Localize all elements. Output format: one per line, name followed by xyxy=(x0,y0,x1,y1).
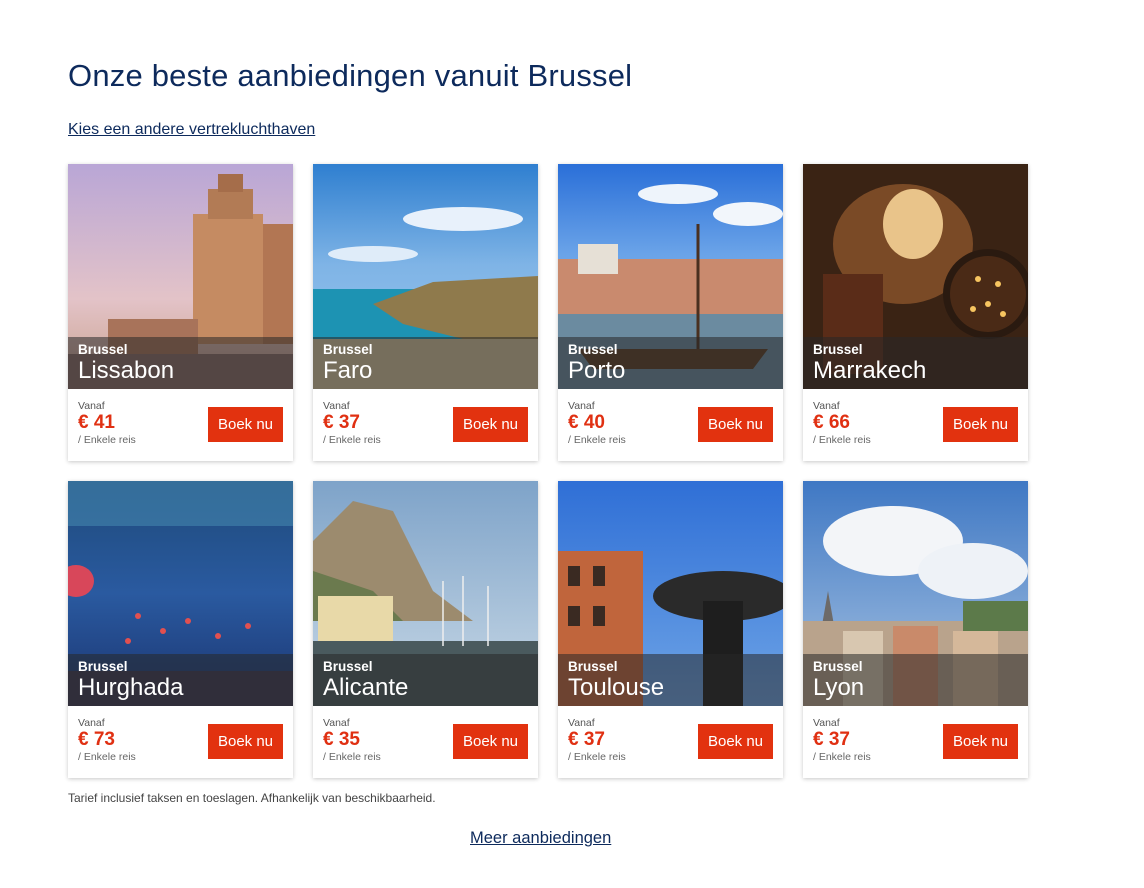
book-now-button[interactable]: Boek nu xyxy=(698,724,773,759)
destination-name: Alicante xyxy=(323,674,409,701)
card-caption: Brussel Alicante xyxy=(313,654,538,706)
origin-label: Brussel xyxy=(568,659,618,674)
destination-name: Toulouse xyxy=(568,674,665,701)
destination-name: Lyon xyxy=(813,674,865,701)
card-caption: Brussel Marrakech xyxy=(803,337,1028,389)
offer-card-lyon[interactable]: Brussel Lyon Vanaf € 37 / Enkele reis Bo… xyxy=(803,481,1028,778)
card-price-section: Vanaf € 66 / Enkele reis Boek nu xyxy=(803,389,1028,461)
offer-card-marrakech[interactable]: Brussel Marrakech Vanaf € 66 / Enkele re… xyxy=(803,164,1028,461)
destination-image-porto[interactable]: Brussel Porto xyxy=(558,164,783,389)
origin-label: Brussel xyxy=(78,342,128,357)
destination-image-toulouse[interactable]: Brussel Toulouse xyxy=(558,481,783,706)
offer-card-faro[interactable]: Brussel Faro Vanaf € 37 / Enkele reis Bo… xyxy=(313,164,538,461)
destination-image-lyon[interactable]: Brussel Lyon xyxy=(803,481,1028,706)
destination-name: Lissabon xyxy=(78,357,175,384)
book-now-button[interactable]: Boek nu xyxy=(943,724,1018,759)
price-disclaimer: Tarief inclusief taksen en toeslagen. Af… xyxy=(68,791,436,805)
offer-card-lissabon[interactable]: Brussel Lissabon Vanaf € 41 / Enkele rei… xyxy=(68,164,293,461)
card-price-section: Vanaf € 35 / Enkele reis Boek nu xyxy=(313,706,538,778)
card-caption: Brussel Toulouse xyxy=(558,654,783,706)
offer-card-porto[interactable]: Brussel Porto Vanaf € 40 / Enkele reis B… xyxy=(558,164,783,461)
origin-label: Brussel xyxy=(323,342,373,357)
book-now-button[interactable]: Boek nu xyxy=(208,407,283,442)
card-price-section: Vanaf € 40 / Enkele reis Boek nu xyxy=(558,389,783,461)
card-price-section: Vanaf € 73 / Enkele reis Boek nu xyxy=(68,706,293,778)
page-title: Onze beste aanbiedingen vanuit Brussel xyxy=(68,58,633,93)
card-price-section: Vanaf € 41 / Enkele reis Boek nu xyxy=(68,389,293,461)
origin-label: Brussel xyxy=(323,659,373,674)
card-caption: Brussel Lyon xyxy=(803,654,1028,706)
destination-image-alicante[interactable]: Brussel Alicante xyxy=(313,481,538,706)
origin-label: Brussel xyxy=(813,659,863,674)
destination-name: Porto xyxy=(568,357,626,384)
card-caption: Brussel Hurghada xyxy=(68,654,293,706)
card-caption: Brussel Lissabon xyxy=(68,337,293,389)
card-price-section: Vanaf € 37 / Enkele reis Boek nu xyxy=(558,706,783,778)
more-offers-link[interactable]: Meer aanbiedingen xyxy=(470,829,611,848)
destination-name: Hurghada xyxy=(78,674,184,701)
offer-card-toulouse[interactable]: Brussel Toulouse Vanaf € 37 / Enkele rei… xyxy=(558,481,783,778)
destination-image-lissabon[interactable]: Brussel Lissabon xyxy=(68,164,293,389)
card-price-section: Vanaf € 37 / Enkele reis Boek nu xyxy=(313,389,538,461)
offer-card-hurghada[interactable]: Brussel Hurghada Vanaf € 73 / Enkele rei… xyxy=(68,481,293,778)
book-now-button[interactable]: Boek nu xyxy=(453,724,528,759)
origin-label: Brussel xyxy=(813,342,863,357)
card-caption: Brussel Porto xyxy=(558,337,783,389)
book-now-button[interactable]: Boek nu xyxy=(943,407,1018,442)
destination-image-hurghada[interactable]: Brussel Hurghada xyxy=(68,481,293,706)
book-now-button[interactable]: Boek nu xyxy=(453,407,528,442)
origin-label: Brussel xyxy=(78,659,128,674)
card-caption: Brussel Faro xyxy=(313,337,538,389)
destination-name: Marrakech xyxy=(813,357,927,384)
origin-label: Brussel xyxy=(568,342,618,357)
card-price-section: Vanaf € 37 / Enkele reis Boek nu xyxy=(803,706,1028,778)
destination-image-faro[interactable]: Brussel Faro xyxy=(313,164,538,389)
book-now-button[interactable]: Boek nu xyxy=(208,724,283,759)
offer-card-alicante[interactable]: Brussel Alicante Vanaf € 35 / Enkele rei… xyxy=(313,481,538,778)
change-departure-airport-link[interactable]: Kies een andere vertrekluchthaven xyxy=(68,121,315,139)
book-now-button[interactable]: Boek nu xyxy=(698,407,773,442)
destination-image-marrakech[interactable]: Brussel Marrakech xyxy=(803,164,1028,389)
destination-name: Faro xyxy=(323,357,373,384)
offers-grid: Brussel Lissabon Vanaf € 41 / Enkele rei… xyxy=(68,164,1028,778)
